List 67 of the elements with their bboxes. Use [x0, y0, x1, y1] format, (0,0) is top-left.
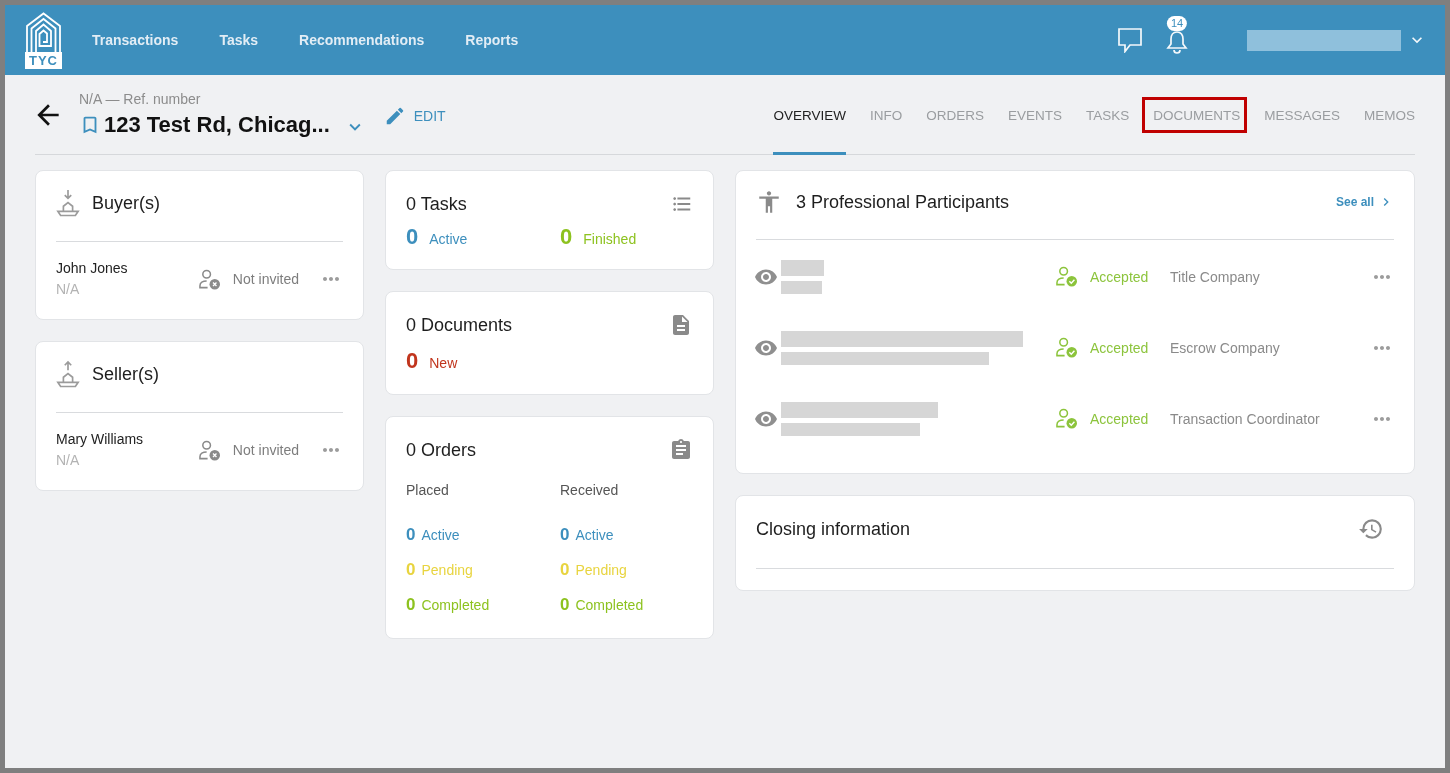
tab[interactable]: TASKS	[1085, 75, 1130, 155]
person-name: Mary Williams	[56, 430, 145, 449]
notification-badge: 14	[1166, 15, 1188, 31]
stat-label: Finished	[583, 231, 637, 247]
status-label: Not invited	[232, 442, 299, 458]
person-detail: N/A	[56, 451, 81, 470]
address-title: 123 Test Rd, Chicag...	[104, 111, 330, 139]
stat-count: 0	[560, 594, 570, 616]
arrow-up-house-icon	[56, 360, 80, 388]
group-heading: Received	[560, 481, 620, 500]
card-title: 0 Tasks	[406, 193, 467, 216]
tab[interactable]: OVERVIEW	[773, 75, 846, 155]
stat-count: 0	[406, 524, 416, 546]
reference-text: N/A — Ref. number	[79, 90, 202, 108]
chat-bubble-icon[interactable]	[1118, 27, 1142, 53]
see-all-link[interactable]: See all	[1335, 194, 1394, 210]
nav-link[interactable]: Recommendations	[299, 30, 425, 50]
clipboard-icon	[669, 438, 693, 462]
status-label: Accepted	[1090, 339, 1149, 356]
stat-count: 0	[406, 223, 419, 251]
tab[interactable]: ORDERS	[926, 75, 984, 155]
card-title: Buyer(s)	[92, 192, 160, 215]
redaction-bar	[781, 259, 824, 276]
stat-count: 0	[560, 223, 573, 251]
card-title: 0 Orders	[406, 439, 477, 462]
tab[interactable]: INFO	[869, 75, 903, 155]
card-title: Closing information	[756, 518, 911, 541]
stat-count: 0	[560, 559, 570, 581]
role-text: Title Company	[1170, 268, 1261, 285]
arrow-down-house-icon	[56, 189, 80, 217]
stat-label: Completed	[575, 597, 644, 613]
person-standing-icon	[756, 189, 782, 215]
group-heading: Placed	[406, 481, 450, 500]
edit-button[interactable]: EDIT	[383, 104, 446, 127]
card-title: 0 Documents	[406, 314, 513, 337]
logo-house-icon	[25, 11, 62, 52]
person-detail: N/A	[56, 280, 81, 299]
stat-label: Active	[575, 527, 614, 543]
role-text: Transaction Coordinator	[1170, 410, 1321, 427]
tab[interactable]: MESSAGES	[1264, 75, 1340, 155]
status-label: Accepted	[1090, 410, 1149, 427]
stat-label: Pending	[421, 562, 473, 578]
tab[interactable]: EVENTS	[1007, 75, 1062, 155]
nav-link[interactable]: Reports	[465, 30, 519, 50]
stat-label: New	[429, 355, 458, 371]
stat-count: 0	[406, 594, 416, 616]
stat-count: 0	[560, 524, 570, 546]
card-title: Seller(s)	[92, 363, 159, 386]
bell-icon[interactable]	[1166, 30, 1188, 54]
stat-label: Active	[421, 527, 460, 543]
stat-label: Active	[429, 231, 468, 247]
stat-label: Completed	[421, 597, 490, 613]
nav-link[interactable]: Transactions	[92, 30, 179, 50]
stat-label: Pending	[575, 562, 627, 578]
history-icon[interactable]	[1358, 516, 1384, 542]
stat-count: 0	[406, 347, 419, 375]
logo-text: TYC	[25, 51, 62, 69]
tab[interactable]: DOCUMENTS	[1153, 75, 1241, 155]
status-label: Accepted	[1090, 268, 1149, 285]
nav-link[interactable]: Tasks	[219, 30, 259, 50]
tab[interactable]: MEMOS	[1364, 75, 1415, 155]
stat-count: 0	[406, 559, 416, 581]
status-label: Not invited	[232, 271, 299, 287]
card-title: 3 Professional Participants	[796, 191, 1010, 214]
person-name: John Jones	[56, 259, 129, 278]
role-text: Escrow Company	[1170, 339, 1281, 356]
redaction-bar	[781, 280, 822, 294]
